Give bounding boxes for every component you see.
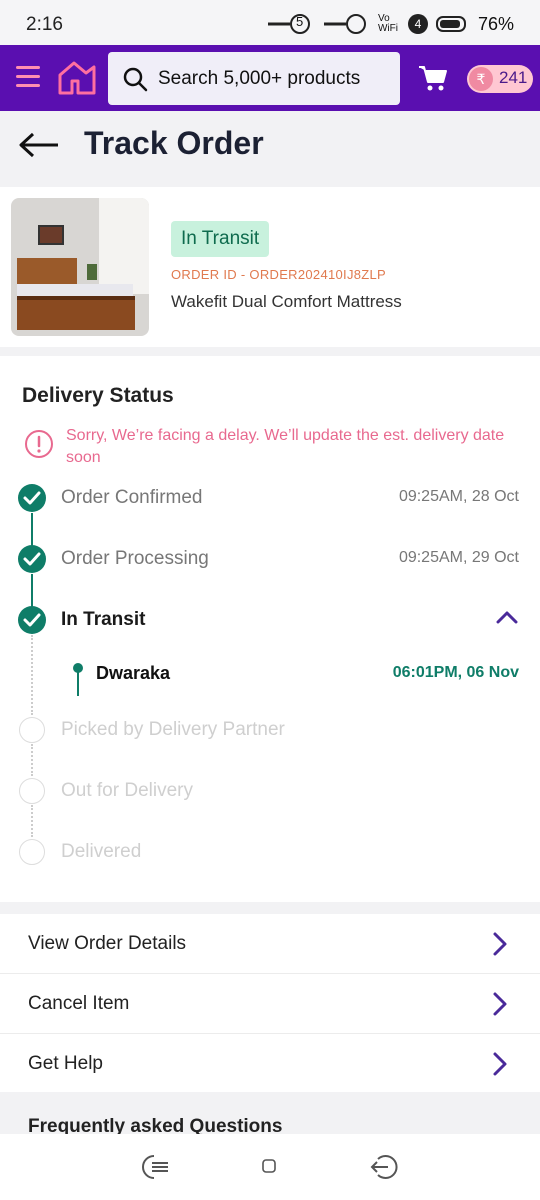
pending-circle-icon [19,778,45,804]
recent-apps-icon[interactable] [140,1154,170,1180]
step-time: 09:25AM, 28 Oct [398,488,519,505]
delivery-status-section: Delivery Status Sorry, We’re facing a de… [0,356,540,902]
back-arrow-icon[interactable] [18,131,60,159]
order-id: ORDER ID - ORDER202410IJ8ZLP [171,267,387,282]
transit-update: Dwaraka 06:01PM, 06 Nov [0,654,540,696]
step-label: Order Processing [61,548,209,569]
app-top-bar: Search 5,000+ products ₹ 241 [0,45,540,111]
network-badge: 4 [407,14,428,34]
battery-icon [435,16,466,32]
step-label: In Transit [61,609,146,630]
chevron-right-icon [493,992,507,1016]
status-icons: 5 Vo WiFi 4 76% [266,12,514,36]
cancel-item-link[interactable]: Cancel Item [0,974,540,1034]
chevron-right-icon [493,1052,507,1076]
step-label: Picked by Delivery Partner [61,719,285,740]
order-card[interactable]: In Transit ORDER ID - ORDER202410IJ8ZLP … [0,187,540,347]
alert-circle-icon [25,430,53,458]
system-status-bar: 2:16 5 Vo WiFi 4 76% [0,0,540,45]
pending-circle-icon [19,717,45,743]
page-header: Track Order [0,111,540,186]
product-name: Wakefit Dual Comfort Mattress [171,292,402,311]
faq-section: Frequently asked Questions [0,1092,540,1137]
status-badge: In Transit [171,221,270,257]
order-actions-list: View Order Details Cancel Item Get Help [0,914,540,1094]
vowifi-label: Vo WiFi [377,13,398,34]
timeline-step-active[interactable]: In Transit [0,598,540,638]
page-title: Track Order [84,125,264,161]
transit-location: Dwaraka [96,663,171,683]
check-icon [18,545,46,573]
search-icon [123,67,148,91]
get-help-link[interactable]: Get Help [0,1034,540,1094]
delay-alert-text: Sorry, We’re facing a delay. We’ll updat… [66,427,505,466]
search-bar[interactable]: Search 5,000+ products [108,52,400,105]
coins-balance[interactable]: ₹ 241 [467,65,533,93]
step-time: 09:25AM, 29 Oct [398,549,519,566]
timeline-step: Out for Delivery [0,769,540,809]
sim2-signal-icon [323,14,366,34]
step-label: Delivered [61,841,142,862]
hamburger-icon[interactable] [16,66,40,88]
link-label: View Order Details [28,933,187,954]
timeline-step: Picked by Delivery Partner [0,708,540,748]
delivery-status-heading: Delivery Status [22,384,174,407]
transit-time: 06:01PM, 06 Nov [392,664,519,681]
check-icon [18,484,46,512]
product-thumbnail [11,198,149,336]
back-button-icon[interactable] [370,1154,400,1180]
system-navigation-bar [0,1134,540,1200]
step-label: Order Confirmed [61,487,203,508]
status-time: 2:16 [26,14,63,35]
battery-level: 76% [477,13,514,34]
timeline-step: Delivered [0,830,540,870]
chevron-right-icon [493,932,507,956]
step-label: Out for Delivery [61,780,193,801]
chevron-up-icon[interactable] [496,610,518,624]
sim1-signal-icon [267,14,310,34]
search-placeholder: Search 5,000+ products [158,67,361,89]
home-button-icon[interactable] [262,1159,276,1173]
rupee-icon: ₹ [469,67,493,91]
cart-icon[interactable] [418,64,448,92]
home-logo-icon[interactable] [56,59,100,95]
timeline-step: Order Processing 09:25AM, 29 Oct [0,537,540,577]
sim1-label: 5 [295,14,304,29]
coins-count: 241 [499,68,528,87]
pending-circle-icon [19,839,45,865]
check-icon [18,606,46,634]
view-order-details-link[interactable]: View Order Details [0,914,540,974]
timeline-step: Order Confirmed 09:25AM, 28 Oct [0,476,540,516]
link-label: Get Help [28,1053,103,1074]
link-label: Cancel Item [28,993,130,1014]
location-pin-icon [73,663,83,696]
